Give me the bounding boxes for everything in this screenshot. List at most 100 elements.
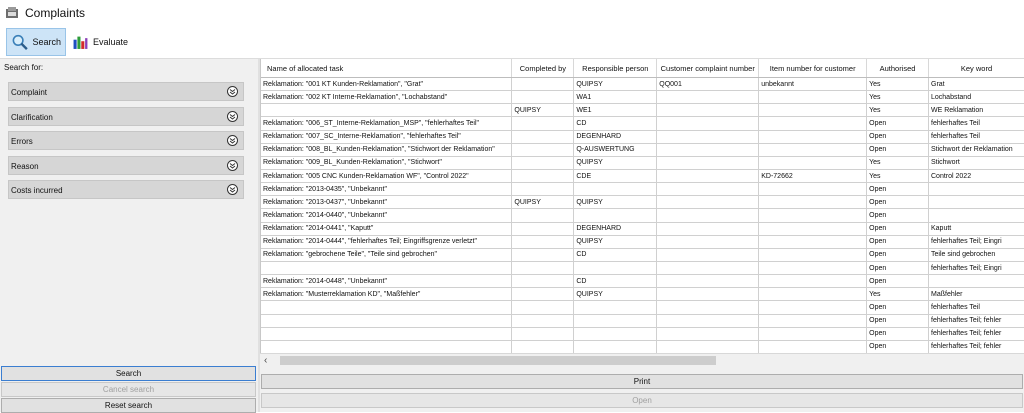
table-cell[interactable]: fehlerhaftes Teil; Eingri	[929, 261, 1024, 274]
table-cell[interactable]	[512, 327, 574, 340]
table-cell[interactable]	[261, 340, 512, 353]
table-cell[interactable]: CD	[574, 117, 657, 130]
table-cell[interactable]: Yes	[867, 156, 929, 169]
table-cell[interactable]	[512, 301, 574, 314]
search-tab-button[interactable]: Search	[6, 28, 66, 56]
table-cell[interactable]	[512, 248, 574, 261]
table-cell[interactable]: Reklamation: "2014-0440", "Unbekannt"	[261, 209, 512, 222]
cancel-search-button[interactable]: Cancel search	[1, 382, 256, 397]
column-header[interactable]: Authorised	[867, 59, 929, 78]
table-cell[interactable]	[574, 340, 657, 353]
column-header[interactable]: Item number for customer	[759, 59, 867, 78]
table-cell[interactable]: CDE	[574, 169, 657, 182]
table-cell[interactable]	[759, 301, 867, 314]
table-cell[interactable]: Open	[867, 275, 929, 288]
table-cell[interactable]: Reklamation: "006_ST_Interne-Reklamation…	[261, 117, 512, 130]
table-cell[interactable]: CD	[574, 248, 657, 261]
table-cell[interactable]: fehlerhaftes Teil; fehler	[929, 340, 1024, 353]
table-cell[interactable]	[512, 130, 574, 143]
table-cell[interactable]	[657, 117, 759, 130]
table-cell[interactable]	[657, 248, 759, 261]
search-button[interactable]: Search	[1, 366, 256, 381]
criterion-errors[interactable]: Errors	[8, 131, 244, 150]
table-cell[interactable]	[512, 91, 574, 104]
table-cell[interactable]: Reklamation: "009_BL_Kunden-Reklamation"…	[261, 156, 512, 169]
table-cell[interactable]	[657, 314, 759, 327]
table-cell[interactable]	[512, 261, 574, 274]
table-cell[interactable]	[657, 327, 759, 340]
table-cell[interactable]	[657, 156, 759, 169]
table-cell[interactable]	[512, 183, 574, 196]
horizontal-scrollbar[interactable]: ‹	[260, 353, 1024, 367]
table-cell[interactable]: fehlerhaftes Teil; fehler	[929, 314, 1024, 327]
table-cell[interactable]	[759, 275, 867, 288]
table-cell[interactable]: fehlerhaftes Teil; fehler	[929, 327, 1024, 340]
table-cell[interactable]	[512, 209, 574, 222]
table-cell[interactable]: Teile sind gebrochen	[929, 248, 1024, 261]
table-row[interactable]: Reklamation: "008_BL_Kunden-Reklamation"…	[261, 143, 1024, 156]
table-cell[interactable]	[929, 275, 1024, 288]
table-cell[interactable]	[759, 248, 867, 261]
table-row[interactable]: Reklamation: "007_SC_Interne-Reklamation…	[261, 130, 1024, 143]
table-cell[interactable]	[574, 327, 657, 340]
table-cell[interactable]	[261, 327, 512, 340]
table-cell[interactable]: Grat	[929, 78, 1024, 91]
table-row[interactable]: Openfehlerhaftes Teil; fehler	[261, 340, 1024, 353]
table-cell[interactable]	[657, 222, 759, 235]
table-cell[interactable]	[574, 183, 657, 196]
table-cell[interactable]: Open	[867, 130, 929, 143]
table-row[interactable]: Openfehlerhaftes Teil; Eingri	[261, 261, 1024, 274]
table-cell[interactable]	[759, 235, 867, 248]
column-header[interactable]: Responsible person	[574, 59, 657, 78]
table-cell[interactable]: Reklamation: "2013-0437", "Unbekannt"	[261, 196, 512, 209]
table-cell[interactable]	[657, 169, 759, 182]
table-cell[interactable]: Open	[867, 340, 929, 353]
table-row[interactable]: Reklamation: "2014-0440", "Unbekannt"Ope…	[261, 209, 1024, 222]
table-cell[interactable]: QUIPSY	[512, 104, 574, 117]
table-cell[interactable]	[657, 143, 759, 156]
table-cell[interactable]: Open	[867, 248, 929, 261]
table-cell[interactable]: Yes	[867, 169, 929, 182]
table-cell[interactable]	[759, 104, 867, 117]
table-cell[interactable]	[512, 235, 574, 248]
table-row[interactable]: Reklamation: "gebrochene Teile", "Teile …	[261, 248, 1024, 261]
table-row[interactable]: Reklamation: "009_BL_Kunden-Reklamation"…	[261, 156, 1024, 169]
table-cell[interactable]: Reklamation: "2014-0441", "Kaputt"	[261, 222, 512, 235]
table-cell[interactable]: fehlerhaftes Teil	[929, 117, 1024, 130]
table-cell[interactable]: Maßfehler	[929, 288, 1024, 301]
table-cell[interactable]: Open	[867, 327, 929, 340]
table-cell[interactable]: fehlerhaftes Teil	[929, 130, 1024, 143]
table-cell[interactable]	[657, 209, 759, 222]
table-row[interactable]: Openfehlerhaftes Teil; fehler	[261, 327, 1024, 340]
table-row[interactable]: Reklamation: "2014-0448", "Unbekannt"CDO…	[261, 275, 1024, 288]
table-cell[interactable]	[512, 222, 574, 235]
table-cell[interactable]	[657, 288, 759, 301]
table-cell[interactable]	[512, 143, 574, 156]
table-cell[interactable]	[759, 91, 867, 104]
table-row[interactable]: Reklamation: "Musterreklamation KD", "Ma…	[261, 288, 1024, 301]
table-cell[interactable]: QUIPSY	[512, 196, 574, 209]
results-grid[interactable]: Name of allocated task Completed by Resp…	[260, 59, 1024, 353]
table-cell[interactable]	[574, 261, 657, 274]
table-cell[interactable]: Reklamation: "gebrochene Teile", "Teile …	[261, 248, 512, 261]
table-cell[interactable]	[759, 183, 867, 196]
table-cell[interactable]	[574, 314, 657, 327]
table-cell[interactable]: Yes	[867, 91, 929, 104]
table-cell[interactable]: Open	[867, 222, 929, 235]
criterion-reason[interactable]: Reason	[8, 156, 244, 175]
table-cell[interactable]	[512, 169, 574, 182]
table-cell[interactable]	[512, 340, 574, 353]
table-cell[interactable]: Reklamation: "008_BL_Kunden-Reklamation"…	[261, 143, 512, 156]
table-cell[interactable]: Reklamation: "2013-0435", "Unbekannt"	[261, 183, 512, 196]
table-cell[interactable]: Open	[867, 196, 929, 209]
table-cell[interactable]: Reklamation: "005 CNC Kunden-Reklamation…	[261, 169, 512, 182]
table-cell[interactable]	[261, 261, 512, 274]
table-cell[interactable]	[759, 196, 867, 209]
table-cell[interactable]: KD-72662	[759, 169, 867, 182]
table-cell[interactable]	[759, 117, 867, 130]
table-cell[interactable]	[512, 288, 574, 301]
table-cell[interactable]	[512, 156, 574, 169]
table-cell[interactable]	[929, 196, 1024, 209]
table-cell[interactable]: Q-AUSWERTUNG	[574, 143, 657, 156]
table-cell[interactable]	[657, 261, 759, 274]
